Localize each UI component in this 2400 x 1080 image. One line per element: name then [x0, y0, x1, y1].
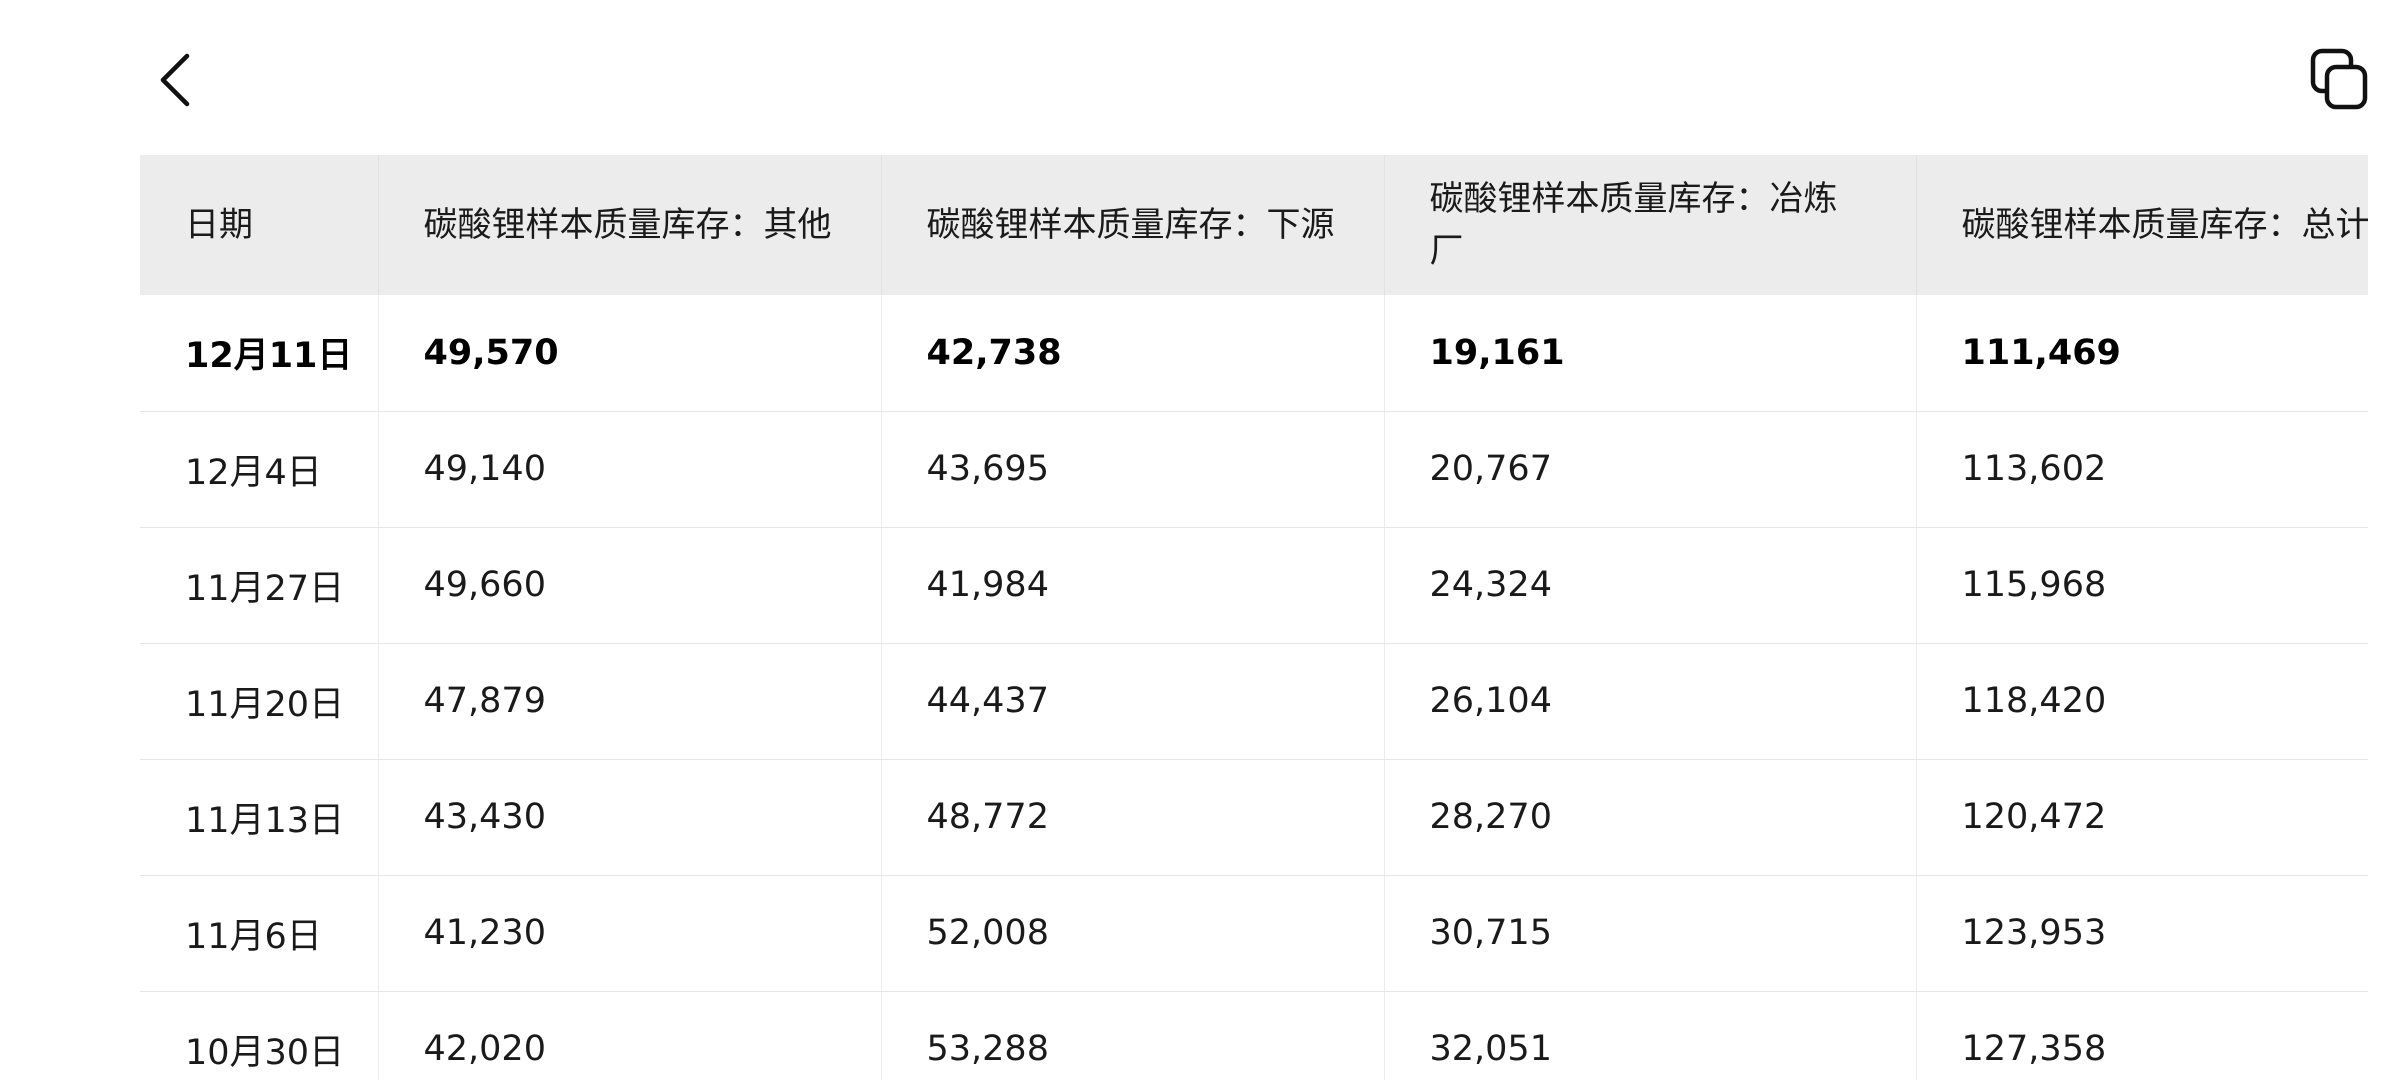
cell-total: 118,420: [1916, 643, 2368, 760]
cell-other: 42,020: [378, 991, 882, 1080]
cell-date: 11月13日: [140, 759, 379, 876]
table-row: 11月27日 49,660 41,984 24,324 115,968: [140, 527, 2368, 644]
cell-smelter: 19,161: [1384, 295, 1917, 412]
cell-smelter: 30,715: [1384, 875, 1917, 992]
column-header-total: 碳酸锂样本质量库存：总计: [1916, 155, 2368, 295]
cell-date: 12月4日: [140, 411, 379, 528]
copy-icon: [2310, 48, 2368, 110]
table-row: 12月4日 49,140 43,695 20,767 113,602: [140, 411, 2368, 528]
table-row: 11月6日 41,230 52,008 30,715 123,953: [140, 875, 2368, 992]
cell-downstream: 48,772: [881, 759, 1385, 876]
back-button[interactable]: [140, 40, 210, 120]
table-header-row: 日期 碳酸锂样本质量库存：其他 碳酸锂样本质量库存：下源 碳酸锂样本质量库存：冶…: [140, 155, 2368, 295]
cell-other: 41,230: [378, 875, 882, 992]
cell-smelter: 32,051: [1384, 991, 1917, 1080]
cell-date: 11月27日: [140, 527, 379, 644]
cell-downstream: 41,984: [881, 527, 1385, 644]
data-table-container[interactable]: 日期 碳酸锂样本质量库存：其他 碳酸锂样本质量库存：下源 碳酸锂样本质量库存：冶…: [140, 155, 2368, 1080]
table-row: 11月13日 43,430 48,772 28,270 120,472: [140, 759, 2368, 876]
data-table: 日期 碳酸锂样本质量库存：其他 碳酸锂样本质量库存：下源 碳酸锂样本质量库存：冶…: [140, 155, 2368, 1080]
cell-date: 11月6日: [140, 875, 379, 992]
column-header-smelter: 碳酸锂样本质量库存：冶炼厂: [1384, 155, 1917, 295]
cell-downstream: 44,437: [881, 643, 1385, 760]
chevron-left-icon: [160, 53, 190, 107]
cell-smelter: 28,270: [1384, 759, 1917, 876]
cell-other: 49,570: [378, 295, 882, 412]
top-bar: [0, 0, 2400, 155]
table-row: 12月11日 49,570 42,738 19,161 111,469: [140, 295, 2368, 412]
cell-other: 43,430: [378, 759, 882, 876]
cell-other: 49,660: [378, 527, 882, 644]
copy-button[interactable]: [2300, 40, 2380, 120]
cell-downstream: 43,695: [881, 411, 1385, 528]
cell-other: 47,879: [378, 643, 882, 760]
table-row: 11月20日 47,879 44,437 26,104 118,420: [140, 643, 2368, 760]
cell-total: 120,472: [1916, 759, 2368, 876]
cell-downstream: 52,008: [881, 875, 1385, 992]
cell-smelter: 20,767: [1384, 411, 1917, 528]
cell-other: 49,140: [378, 411, 882, 528]
cell-total: 115,968: [1916, 527, 2368, 644]
cell-date: 11月20日: [140, 643, 379, 760]
cell-total: 127,358: [1916, 991, 2368, 1080]
cell-total: 123,953: [1916, 875, 2368, 992]
table-row: 10月30日 42,020 53,288 32,051 127,358: [140, 991, 2368, 1080]
cell-downstream: 53,288: [881, 991, 1385, 1080]
cell-smelter: 26,104: [1384, 643, 1917, 760]
column-header-other: 碳酸锂样本质量库存：其他: [378, 155, 882, 295]
cell-total: 113,602: [1916, 411, 2368, 528]
cell-total: 111,469: [1916, 295, 2368, 412]
cell-downstream: 42,738: [881, 295, 1385, 412]
column-header-downstream: 碳酸锂样本质量库存：下源: [881, 155, 1385, 295]
cell-smelter: 24,324: [1384, 527, 1917, 644]
cell-date: 10月30日: [140, 991, 379, 1080]
cell-date: 12月11日: [140, 295, 379, 412]
column-header-date: 日期: [140, 155, 379, 295]
